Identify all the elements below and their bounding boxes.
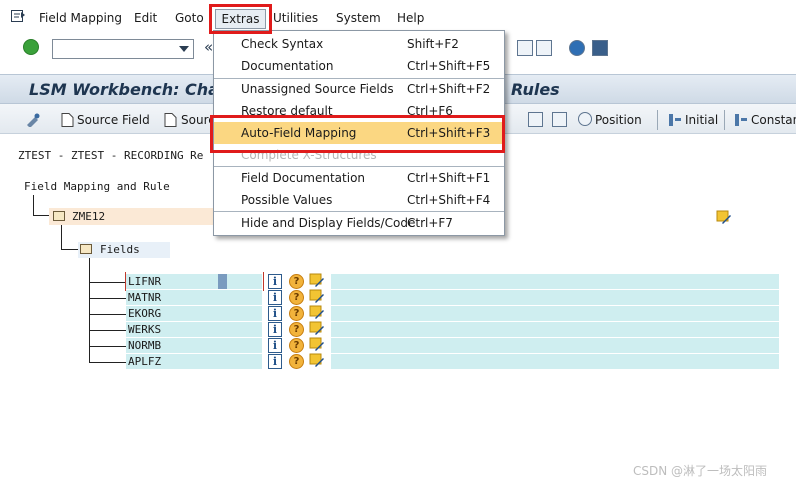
question-icon[interactable]: ? bbox=[289, 322, 304, 337]
question-icon[interactable]: ? bbox=[289, 354, 304, 369]
menu-edit[interactable]: Edit bbox=[134, 11, 157, 25]
tree-connector bbox=[61, 249, 78, 250]
field-name: MATNR bbox=[128, 291, 162, 304]
menu-field-mapping[interactable]: Field Mapping bbox=[39, 11, 122, 25]
field-row[interactable]: EKORG bbox=[126, 306, 262, 321]
rule-edit-icon[interactable] bbox=[309, 321, 325, 336]
app-menu-icon[interactable] bbox=[11, 10, 26, 23]
tree-connector bbox=[33, 215, 49, 216]
question-icon[interactable]: ? bbox=[289, 338, 304, 353]
tree-connector bbox=[33, 195, 34, 216]
rule-field[interactable] bbox=[331, 338, 779, 353]
menu-goto[interactable]: Goto bbox=[175, 11, 204, 25]
rule-edit-icon[interactable] bbox=[309, 273, 325, 288]
rule-edit-icon[interactable] bbox=[309, 305, 325, 320]
menu-item-hide-display-fields-code[interactable]: Hide and Display Fields/Code Ctrl+F7 bbox=[214, 212, 504, 234]
field-name: WERKS bbox=[128, 323, 162, 336]
layout-icon[interactable] bbox=[517, 40, 533, 56]
position-button[interactable]: Position bbox=[595, 113, 642, 127]
menu-item-field-documentation[interactable]: Field Documentation Ctrl+Shift+F1 bbox=[214, 167, 504, 189]
info-icon[interactable]: i bbox=[268, 322, 282, 337]
source-field-icon[interactable] bbox=[61, 113, 74, 127]
toolbar-divider bbox=[724, 110, 725, 130]
menu-item-check-syntax[interactable]: Check Syntax Shift+F2 bbox=[214, 33, 504, 55]
annotation-box-extras bbox=[209, 4, 272, 34]
info-icon[interactable]: i bbox=[268, 290, 282, 305]
rule-edit-icon[interactable] bbox=[309, 353, 325, 368]
expand-icon[interactable] bbox=[528, 112, 543, 127]
field-focus-brackets bbox=[125, 272, 264, 291]
customize-icon[interactable] bbox=[592, 40, 608, 56]
page-title: LSM Workbench: Cha bbox=[29, 80, 219, 99]
annotation-box-auto-field-mapping bbox=[210, 115, 505, 153]
tree-connector bbox=[89, 330, 126, 331]
field-row[interactable]: APLFZ bbox=[126, 354, 262, 369]
field-name: EKORG bbox=[128, 307, 162, 320]
recording-line: ZTEST - ZTEST - RECORDING Re bbox=[18, 149, 204, 162]
question-icon[interactable]: ? bbox=[289, 274, 304, 289]
double-chevron-left-icon[interactable]: « bbox=[204, 38, 213, 56]
rule-edit-icon[interactable] bbox=[309, 337, 325, 352]
tree-connector bbox=[89, 346, 126, 347]
command-field[interactable] bbox=[52, 39, 194, 59]
page-title-tail: Rules bbox=[511, 80, 560, 99]
fields-label[interactable]: Fields bbox=[100, 243, 140, 256]
info-icon[interactable]: i bbox=[268, 354, 282, 369]
menu-system[interactable]: System bbox=[336, 11, 381, 25]
node-label[interactable]: ZME12 bbox=[72, 210, 105, 223]
menu-utilities[interactable]: Utilities bbox=[273, 11, 318, 25]
field-row[interactable]: NORMB bbox=[126, 338, 262, 353]
field-row[interactable]: MATNR bbox=[126, 290, 262, 305]
info-icon[interactable]: i bbox=[268, 274, 282, 289]
rule-field[interactable] bbox=[331, 322, 779, 337]
help-icon[interactable] bbox=[569, 40, 585, 56]
tree-root-label: Field Mapping and Rule bbox=[24, 180, 170, 193]
question-icon[interactable]: ? bbox=[289, 290, 304, 305]
initial-icon[interactable] bbox=[667, 113, 683, 127]
field-name: NORMB bbox=[128, 339, 162, 352]
tree-connector bbox=[89, 282, 126, 283]
tree-connector bbox=[89, 362, 126, 363]
chevron-down-icon[interactable] bbox=[179, 46, 189, 52]
initial-button[interactable]: Initial bbox=[685, 113, 718, 127]
menu-item-documentation[interactable]: Documentation Ctrl+Shift+F5 bbox=[214, 55, 504, 77]
field-row[interactable]: WERKS bbox=[126, 322, 262, 337]
toolbar-divider bbox=[657, 110, 658, 130]
rule-field[interactable] bbox=[331, 306, 779, 321]
rule-edit-icon[interactable] bbox=[309, 289, 325, 304]
menu-item-possible-values[interactable]: Possible Values Ctrl+Shift+F4 bbox=[214, 189, 504, 211]
watermark: CSDN @淋了一场太阳雨 bbox=[633, 464, 768, 478]
field-name: APLFZ bbox=[128, 355, 162, 368]
rule-field[interactable] bbox=[331, 274, 779, 289]
enter-check-icon[interactable] bbox=[23, 39, 39, 55]
rule-field[interactable] bbox=[331, 290, 779, 305]
text-cursor bbox=[218, 274, 227, 289]
collapse-icon[interactable] bbox=[552, 112, 567, 127]
info-icon[interactable]: i bbox=[268, 338, 282, 353]
shortcut-icon[interactable] bbox=[536, 40, 552, 56]
question-icon[interactable]: ? bbox=[289, 306, 304, 321]
menu-item-unassigned-source-fields[interactable]: Unassigned Source Fields Ctrl+Shift+F2 bbox=[214, 78, 504, 100]
menu-help[interactable]: Help bbox=[397, 11, 424, 25]
source-field-button[interactable]: Source Field bbox=[77, 113, 150, 127]
info-icon[interactable]: i bbox=[268, 306, 282, 321]
constant-button[interactable]: Constan bbox=[751, 113, 796, 127]
source-field-2-icon[interactable] bbox=[164, 113, 177, 127]
rule-field[interactable] bbox=[331, 354, 779, 369]
folder-icon[interactable] bbox=[53, 211, 65, 221]
position-icon[interactable] bbox=[578, 112, 592, 126]
constant-icon[interactable] bbox=[733, 113, 749, 127]
folder-icon[interactable] bbox=[80, 244, 92, 254]
tool-icon[interactable] bbox=[25, 113, 41, 127]
tree-connector bbox=[89, 314, 126, 315]
node-rule-icon[interactable] bbox=[716, 210, 732, 225]
tree-connector bbox=[89, 298, 126, 299]
tree-connector bbox=[61, 225, 62, 250]
